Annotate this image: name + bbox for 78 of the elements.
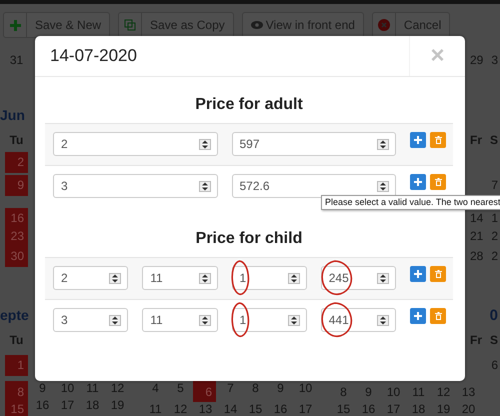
calendar-day: 8 [243,381,268,402]
spinner-icon[interactable] [109,272,122,284]
booked-day: 2 [5,152,28,172]
spinner-icon[interactable] [377,272,389,284]
weekday-label: Tu [8,133,24,147]
calendar-day: 10 [293,381,318,402]
section-title: Price for child [194,229,304,249]
spinner-icon[interactable] [377,180,389,192]
calendar-day: 31 [5,53,28,67]
spinner-icon[interactable] [288,314,300,326]
copy-icon [124,19,136,31]
number-field[interactable]: 572.6 [232,174,396,198]
cancel-icon [378,19,390,31]
validation-tooltip: Please select a valid value. The two nearest [321,195,500,210]
calendar-day: 18 [406,402,431,416]
trash-icon [434,312,442,320]
spinner-icon[interactable] [377,314,389,326]
calendar-day: 6 [491,358,498,372]
calendar-day: 19 [431,402,456,416]
weekday-label: Tu [8,333,24,347]
number-field[interactable]: 3 [53,308,128,332]
calendar-day: 10 [381,384,406,398]
plus-icon [414,136,422,144]
calendar-day: 29 [470,53,484,67]
booked-day: 6 [193,381,216,402]
calendar-day: 5 [168,381,193,402]
calendar-day: 9 [356,384,381,398]
calendar-day: 8 [331,384,356,398]
number-field[interactable]: 11 [142,266,218,290]
add-button[interactable] [410,174,426,190]
section-title: Price for adult [194,95,304,115]
calendar-day: 11 [143,402,168,416]
booked-day: 16 [5,208,28,228]
number-field[interactable]: 2 [53,266,128,290]
number-field[interactable]: 2 [53,132,218,156]
calendar-day: 28 [470,249,484,263]
number-field[interactable]: 1 [232,308,307,332]
month-title: 0 [490,306,498,324]
calendar-day: 9 [30,381,55,402]
month-title: epte [0,307,29,323]
number-field[interactable]: 1 [232,266,307,290]
spinner-icon[interactable] [198,180,210,192]
calendar-day: 9 [268,381,293,402]
calendar-day: 3 [491,53,498,67]
spinner-icon[interactable] [198,138,210,150]
plus-icon [10,20,20,30]
spinner-icon[interactable] [198,272,210,284]
spinner-icon[interactable] [198,314,210,326]
trash-icon [434,136,442,144]
plus-icon [414,178,422,186]
calendar-day: 7 [491,178,498,192]
number-field[interactable]: 3 [53,174,218,198]
add-button[interactable] [410,132,426,148]
number-field[interactable]: 11 [142,308,218,332]
spinner-icon[interactable] [377,138,389,150]
calendar-day: 19 [105,398,130,416]
booked-day: 9 [5,174,28,196]
number-field[interactable]: 245 [320,266,396,290]
calendar-day: 4 [143,381,168,402]
add-button[interactable] [410,308,426,324]
booked-day: 1 [5,354,28,376]
calendar-day: 10 [55,381,80,402]
spinner-icon[interactable] [288,272,300,284]
calendar-day: 20 [456,402,481,416]
calendar-day: 14 [470,211,484,225]
plus-icon [414,312,422,320]
trash-icon [434,178,442,186]
trash-icon [434,270,442,278]
number-field[interactable]: 597 [232,132,396,156]
spinner-icon[interactable] [109,314,122,326]
add-button[interactable] [410,266,426,282]
booked-day: 30 [5,246,28,266]
calendar-day: 11 [406,384,431,398]
month-title: Jun [0,107,25,123]
modal-title: 14-07-2020 [49,46,137,66]
eye-icon [250,21,263,29]
plus-icon [414,270,422,278]
number-field[interactable]: 441 [320,308,396,332]
